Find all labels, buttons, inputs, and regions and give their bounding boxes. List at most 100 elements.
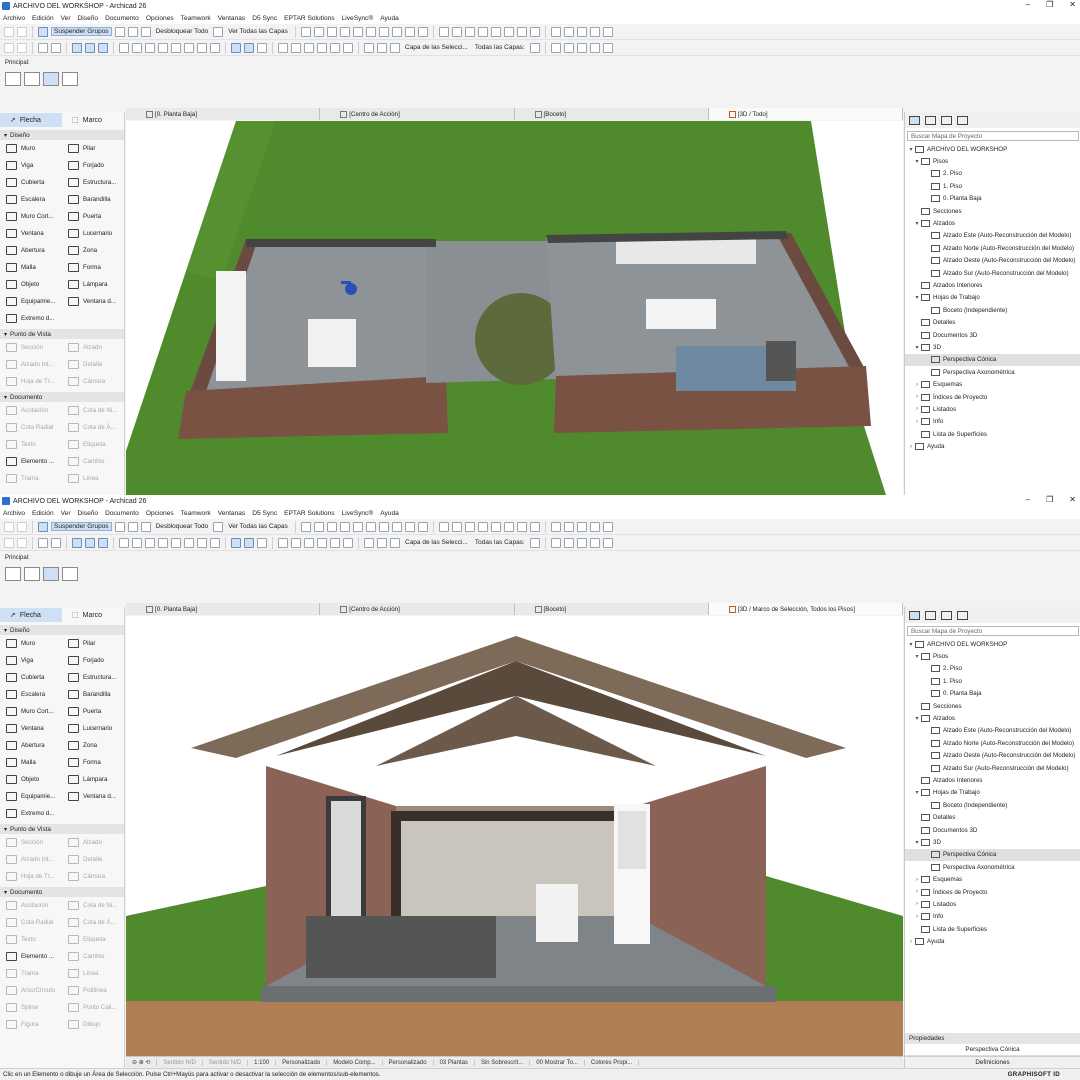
- fillet-icon[interactable]: [404, 26, 415, 37]
- unlock-all-icon[interactable]: [140, 521, 151, 532]
- design-tool-objeto[interactable]: Objeto: [0, 771, 62, 788]
- document-section-header[interactable]: Documento: [0, 887, 124, 897]
- design-tool-pilar[interactable]: Pilar: [62, 140, 124, 157]
- guideline-icon[interactable]: [72, 537, 82, 548]
- pick-up-icon[interactable]: [38, 537, 48, 548]
- undo2-icon[interactable]: [4, 537, 14, 548]
- elevate-icon[interactable]: [171, 537, 181, 548]
- tree-item[interactable]: Documentos 3D: [905, 824, 1080, 836]
- tree-item[interactable]: Lista de Superficies: [905, 923, 1080, 935]
- menu-ayuda[interactable]: Ayuda: [380, 510, 399, 517]
- move-icon[interactable]: [132, 42, 142, 53]
- project-map-icon[interactable]: [909, 115, 920, 125]
- renovation-icon[interactable]: [490, 521, 501, 532]
- guideline-icon[interactable]: [72, 42, 82, 53]
- expand-toggle-icon[interactable]: ▾: [914, 715, 920, 722]
- project-map-icon[interactable]: [909, 610, 920, 620]
- layer-selection-label[interactable]: Capa de las Selecci...: [403, 44, 470, 51]
- tree-item[interactable]: › Info: [905, 416, 1080, 428]
- find-icon[interactable]: [330, 42, 340, 53]
- expand-toggle-icon[interactable]: ▾: [914, 653, 920, 660]
- tree-item[interactable]: ▾ 3D: [905, 836, 1080, 848]
- minimize-icon[interactable]: –: [1026, 495, 1030, 504]
- menu-d5-sync[interactable]: D5 Sync: [252, 15, 277, 22]
- status-sentido-1[interactable]: Sentido N/D: [157, 1059, 203, 1066]
- design-tool-malla[interactable]: Malla: [0, 754, 62, 771]
- tree-item[interactable]: Alzado Este (Auto-Reconstrucción del Mod…: [905, 725, 1080, 737]
- layout-icon[interactable]: [602, 26, 613, 37]
- viewpoint-tool-alzado[interactable]: Alzado: [62, 834, 124, 851]
- document-tool-punto-cali[interactable]: Punto Cali...: [62, 999, 124, 1016]
- pen-set-icon[interactable]: [464, 521, 475, 532]
- design-tool-forma[interactable]: Forma: [62, 259, 124, 276]
- snap-guide-icon[interactable]: [85, 42, 95, 53]
- unlock-all-button[interactable]: Desbloquear Todo: [154, 523, 211, 530]
- document-tool-elemento[interactable]: Elemento ...: [0, 948, 62, 965]
- tree-item[interactable]: Secciones: [905, 205, 1080, 217]
- grid-icon[interactable]: [503, 521, 514, 532]
- rotate-icon[interactable]: [145, 537, 155, 548]
- lock-icon[interactable]: [114, 26, 125, 37]
- tree-item[interactable]: ▾ Alzados: [905, 712, 1080, 724]
- find-icon[interactable]: [330, 537, 340, 548]
- cut-icon[interactable]: [278, 537, 288, 548]
- library-icon[interactable]: [550, 42, 561, 53]
- design-tool-forjado[interactable]: Forjado: [62, 157, 124, 174]
- viewpoint-tool-hoja-de-tr[interactable]: Hoja de Tr...: [0, 868, 62, 885]
- design-tool-estructura[interactable]: Estructura...: [62, 174, 124, 191]
- tree-item[interactable]: Alzado Norte (Auto-Reconstrucción del Mo…: [905, 242, 1080, 254]
- design-tool-abertura[interactable]: Abertura: [0, 242, 62, 259]
- tree-item[interactable]: › Listados: [905, 403, 1080, 415]
- document-tool-línea[interactable]: Línea: [62, 470, 124, 487]
- menu-documento[interactable]: Documento: [105, 15, 139, 22]
- tree-item[interactable]: Detalles: [905, 316, 1080, 328]
- menu-ventanas[interactable]: Ventanas: [218, 510, 246, 517]
- hatch-icon[interactable]: [300, 26, 311, 37]
- tree-item[interactable]: › Índices de Proyecto: [905, 886, 1080, 898]
- design-tool-forjado[interactable]: Forjado: [62, 652, 124, 669]
- inject-icon[interactable]: [51, 537, 61, 548]
- hatch-icon[interactable]: [300, 521, 311, 532]
- lock-icon[interactable]: [114, 521, 125, 532]
- split-icon[interactable]: [365, 26, 376, 37]
- tree-item[interactable]: Alzado Sur (Auto-Reconstrucción del Mode…: [905, 762, 1080, 774]
- multiply-icon[interactable]: [197, 42, 207, 53]
- view-map-icon[interactable]: [925, 610, 936, 620]
- tree-item[interactable]: Perspectiva Axonométrica: [905, 861, 1080, 873]
- stretch-icon[interactable]: [210, 42, 220, 53]
- document-section-header[interactable]: Documento: [0, 392, 124, 402]
- tree-item[interactable]: Lista de Superficies: [905, 428, 1080, 440]
- marquee-tool[interactable]: ⬚ Marco: [62, 113, 124, 127]
- design-tool-barandilla[interactable]: Barandilla: [62, 191, 124, 208]
- cut-icon[interactable]: [278, 42, 288, 53]
- expand-toggle-icon[interactable]: ›: [914, 419, 920, 425]
- expand-toggle-icon[interactable]: ›: [914, 889, 920, 895]
- layer-selection-label[interactable]: Capa de las Selecci...: [403, 539, 470, 546]
- show-layers-icon[interactable]: [213, 521, 224, 532]
- expand-toggle-icon[interactable]: ›: [914, 382, 920, 388]
- pick-up-icon[interactable]: [38, 42, 48, 53]
- publisher-icon[interactable]: [957, 610, 968, 620]
- design-tool-muro-cort[interactable]: Muro Cort...: [0, 703, 62, 720]
- close-icon[interactable]: ✕: [1069, 495, 1076, 504]
- wall-icon[interactable]: [326, 26, 337, 37]
- adjust-icon[interactable]: [378, 26, 389, 37]
- pencil-icon[interactable]: [38, 26, 48, 37]
- tree-item[interactable]: ▾ 3D: [905, 341, 1080, 353]
- menu-d5-sync[interactable]: D5 Sync: [252, 510, 277, 517]
- tree-item[interactable]: ▾ Hojas de Trabajo: [905, 787, 1080, 799]
- expand-toggle-icon[interactable]: ▾: [914, 294, 920, 301]
- fillet-icon[interactable]: [404, 521, 415, 532]
- tree-item[interactable]: Boceto (Independiente): [905, 304, 1080, 316]
- design-tool-muro[interactable]: Muro: [0, 635, 62, 652]
- tree-item[interactable]: › Ayuda: [905, 935, 1080, 947]
- design-tool-zona[interactable]: Zona: [62, 737, 124, 754]
- menu-eptar[interactable]: EPTAR Solutions: [284, 510, 334, 517]
- copy-icon[interactable]: [291, 537, 301, 548]
- renovation-icon[interactable]: [490, 26, 501, 37]
- document-tool-etiqueta[interactable]: Etiqueta: [62, 931, 124, 948]
- design-tool-lucernario[interactable]: Lucernario: [62, 720, 124, 737]
- document-tool-dibujo[interactable]: Dibujo: [62, 1016, 124, 1033]
- undo2-icon[interactable]: [4, 42, 14, 53]
- tab-0[interactable]: [0. Planta Baja]: [126, 108, 321, 120]
